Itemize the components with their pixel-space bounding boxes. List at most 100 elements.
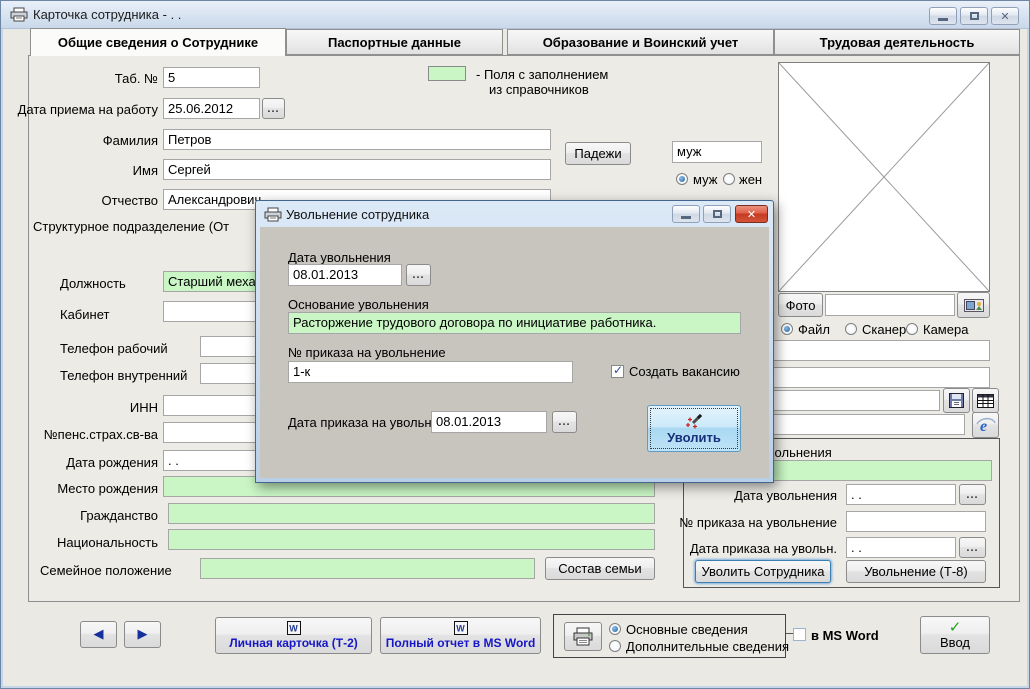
scanner-radio[interactable] <box>845 323 857 335</box>
close-icon: ✕ <box>1000 10 1009 23</box>
printer-icon <box>572 627 594 646</box>
create-vacancy-label: Создать вакансию <box>629 364 740 379</box>
prev-record-button[interactable]: ◀ <box>80 621 117 648</box>
dismissal-t8-button[interactable]: Увольнение (Т-8) <box>846 560 986 583</box>
additional-info-radio[interactable] <box>609 640 621 652</box>
panel-order-label: № приказа на увольнение <box>679 515 837 530</box>
dialog-order-date-label: Дата приказа на увольн. <box>288 415 435 430</box>
birth-date-field[interactable]: . . <box>163 450 260 471</box>
print-button[interactable] <box>564 622 602 651</box>
dialog-body: Дата увольнения 08.01.2013 ... Основание… <box>260 227 769 478</box>
app-icon <box>10 7 28 22</box>
citizenship-field[interactable] <box>168 503 655 524</box>
pension-label: №пенс.страх.св-ва <box>44 427 158 442</box>
msword-checkbox[interactable] <box>793 628 806 641</box>
save-button[interactable] <box>943 388 970 413</box>
cases-button[interactable]: Падежи <box>565 142 631 165</box>
connector-line <box>786 633 793 634</box>
photo-view-button[interactable] <box>957 292 990 318</box>
surname-label: Фамилия <box>103 133 158 148</box>
ellipsis-icon: ... <box>267 103 279 115</box>
word-report-button[interactable]: W Полный отчет в MS Word <box>380 617 541 654</box>
tab-general[interactable]: Общие сведения о Сотруднике <box>30 28 286 56</box>
fire-button-label: Уволить <box>667 430 721 445</box>
name-field[interactable]: Сергей <box>163 159 551 180</box>
tab-work[interactable]: Трудовая деятельность <box>774 29 1020 55</box>
legend-line1: - Поля с заполнением <box>476 67 608 82</box>
gender-male-radio[interactable] <box>676 173 688 185</box>
nationality-field[interactable] <box>168 529 655 550</box>
file-radio[interactable] <box>781 323 793 335</box>
main-info-label: Основные сведения <box>626 622 748 637</box>
panel-order-date-label: Дата приказа на увольн. <box>690 541 837 556</box>
gender-field[interactable]: муж <box>672 141 762 163</box>
create-vacancy-checkbox[interactable] <box>611 365 624 378</box>
hire-date-picker-button[interactable]: ... <box>262 98 285 119</box>
table-button[interactable] <box>972 388 999 413</box>
dialog-minimize-button[interactable] <box>672 205 700 223</box>
dialog-order-date-picker-button[interactable]: ... <box>552 411 577 433</box>
diskette-icon <box>949 393 964 408</box>
dialog-maximize-button[interactable] <box>703 205 731 223</box>
dialog-order-date-field[interactable]: 08.01.2013 <box>431 411 547 433</box>
photo-path-field[interactable] <box>825 294 955 316</box>
panel-order-date-picker-button[interactable]: ... <box>959 537 986 558</box>
prev-icon: ◀ <box>94 627 104 642</box>
dismiss-employee-button[interactable]: Уволить Сотрудника <box>695 560 831 583</box>
family-button[interactable]: Состав семьи <box>545 557 655 580</box>
word-doc-icon: W <box>287 621 301 635</box>
tab-passport[interactable]: Паспортные данные <box>286 29 503 55</box>
maximize-icon <box>970 12 979 20</box>
marital-field[interactable] <box>200 558 535 579</box>
dialog-order-field[interactable]: 1-к <box>288 361 573 383</box>
inn-label: ИНН <box>130 400 158 415</box>
minimize-button[interactable] <box>929 7 957 25</box>
dialog-date-field[interactable]: 08.01.2013 <box>288 264 402 286</box>
panel-order-field[interactable] <box>846 511 986 532</box>
file-radio-label: Файл <box>798 322 830 337</box>
dialog-reason-field[interactable]: Расторжение трудового договора по инициа… <box>288 312 741 334</box>
photo-button[interactable]: Фото <box>778 293 823 317</box>
nationality-label: Национальность <box>57 535 158 550</box>
tab-number-label: Таб. № <box>115 71 158 86</box>
panel-date-picker-button[interactable]: ... <box>959 484 986 505</box>
dialog-date-picker-button[interactable]: ... <box>406 264 431 286</box>
table-icon <box>977 394 994 408</box>
enter-button-label: Ввод <box>940 635 970 650</box>
next-icon: ▶ <box>138 627 148 642</box>
tab-education[interactable]: Образование и Воинский учет <box>507 29 774 55</box>
hire-date-field[interactable]: 25.06.2012 <box>163 98 260 119</box>
browser-button[interactable]: e <box>972 412 999 438</box>
panel-date-field[interactable]: . . <box>846 484 956 505</box>
window-titlebar[interactable]: Карточка сотрудника - . . ✕ <box>1 1 1029 29</box>
dialog-app-icon <box>264 207 282 222</box>
gender-female-radio[interactable] <box>723 173 735 185</box>
internet-explorer-icon: e <box>976 416 996 434</box>
gender-male-label: муж <box>693 172 717 187</box>
minimize-icon <box>681 216 691 219</box>
citizenship-label: Гражданство <box>80 508 158 523</box>
next-record-button[interactable]: ▶ <box>124 621 161 648</box>
fire-button[interactable]: Уволить <box>647 405 741 452</box>
name-label: Имя <box>133 163 158 178</box>
panel-order-date-field[interactable]: . . <box>846 537 956 558</box>
marital-label: Семейное положение <box>40 563 172 578</box>
photo-placeholder <box>778 62 990 292</box>
camera-radio[interactable] <box>906 323 918 335</box>
maximize-icon <box>713 210 722 218</box>
word-doc-icon: W <box>454 621 468 635</box>
tab-number-field[interactable]: 5 <box>163 67 260 88</box>
additional-info-label: Дополнительные сведения <box>626 639 789 654</box>
enter-button[interactable]: ✓ Ввод <box>920 616 990 654</box>
patronymic-label: Отчество <box>101 193 158 208</box>
close-button[interactable]: ✕ <box>991 7 1019 25</box>
main-info-radio[interactable] <box>609 623 621 635</box>
dialog-close-button[interactable]: ✕ <box>735 205 768 223</box>
minimize-icon <box>938 18 948 21</box>
dialog-title: Увольнение сотрудника <box>286 207 429 222</box>
legend-line2: из справочников <box>489 82 589 97</box>
phone-work-label: Телефон рабочий <box>60 341 168 356</box>
maximize-button[interactable] <box>960 7 988 25</box>
personal-card-t2-button[interactable]: W Личная карточка (Т-2) <box>215 617 372 654</box>
surname-field[interactable]: Петров <box>163 129 551 150</box>
